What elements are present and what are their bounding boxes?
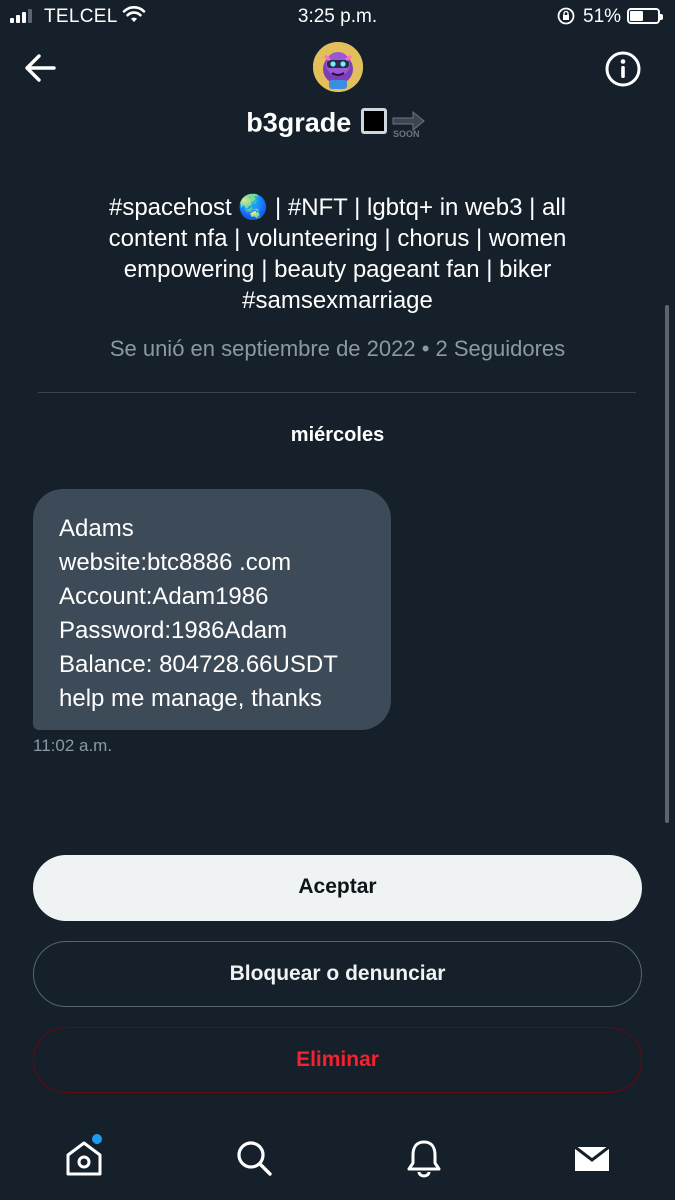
display-name: b3grade [246, 107, 352, 138]
divider [38, 392, 636, 393]
message-line: Password:1986Adam [59, 617, 288, 644]
bio-line: #spacehost 🌏 | #NFT | lgbtq+ in web3 | a… [108, 194, 567, 221]
mail-icon[interactable] [572, 1138, 612, 1178]
accept-button[interactable]: Aceptar [33, 855, 642, 921]
back-arrow-icon[interactable] [22, 52, 58, 84]
message-line: Adams [59, 515, 134, 542]
notification-dot [92, 1134, 102, 1144]
message-line: website:btc8886 .com [59, 549, 292, 576]
message-timestamp: 11:02 a.m. [33, 736, 113, 755]
profile-name: b3grade SOON [0, 104, 675, 145]
message-line: Account:Adam1986 [59, 583, 269, 610]
joined-followers: Se unió en septiembre de 2022 • 2 Seguid… [109, 336, 566, 361]
info-icon[interactable] [604, 50, 642, 88]
avatar-image [313, 42, 363, 92]
battery-percent: 51% [583, 6, 622, 27]
message-bubble[interactable]: Adams website:btc8886 .com Account:Adam1… [33, 489, 391, 730]
home-icon[interactable] [64, 1138, 104, 1178]
bell-icon[interactable] [404, 1138, 444, 1178]
day-separator: miércoles [290, 424, 385, 446]
soon-glyph: SOON [393, 129, 420, 138]
bio-line: #samsexmarriage [242, 287, 433, 314]
delete-button[interactable]: Eliminar [33, 1027, 642, 1093]
battery-icon [627, 8, 663, 24]
avatar[interactable] [313, 42, 363, 92]
scrollbar[interactable] [665, 305, 669, 823]
rotation-lock-icon [557, 7, 575, 25]
bio-line: content nfa | volunteering | chorus | wo… [108, 225, 567, 252]
search-icon[interactable] [234, 1138, 274, 1178]
bio-line: empowering | beauty pageant fan | biker [123, 256, 552, 283]
block-report-button[interactable]: Bloquear o denunciar [33, 941, 642, 1007]
status-bar: TELCEL 3:25 p.m. 51% [0, 0, 675, 34]
name-emoji-icon: SOON [359, 104, 429, 145]
tab-bar [0, 1120, 675, 1200]
message-line: Balance: 804728.66USDT [59, 651, 338, 678]
profile-bio: #spacehost 🌏 | #NFT | lgbtq+ in web3 | a… [60, 192, 615, 316]
message-line: help me manage, thanks [59, 685, 322, 712]
